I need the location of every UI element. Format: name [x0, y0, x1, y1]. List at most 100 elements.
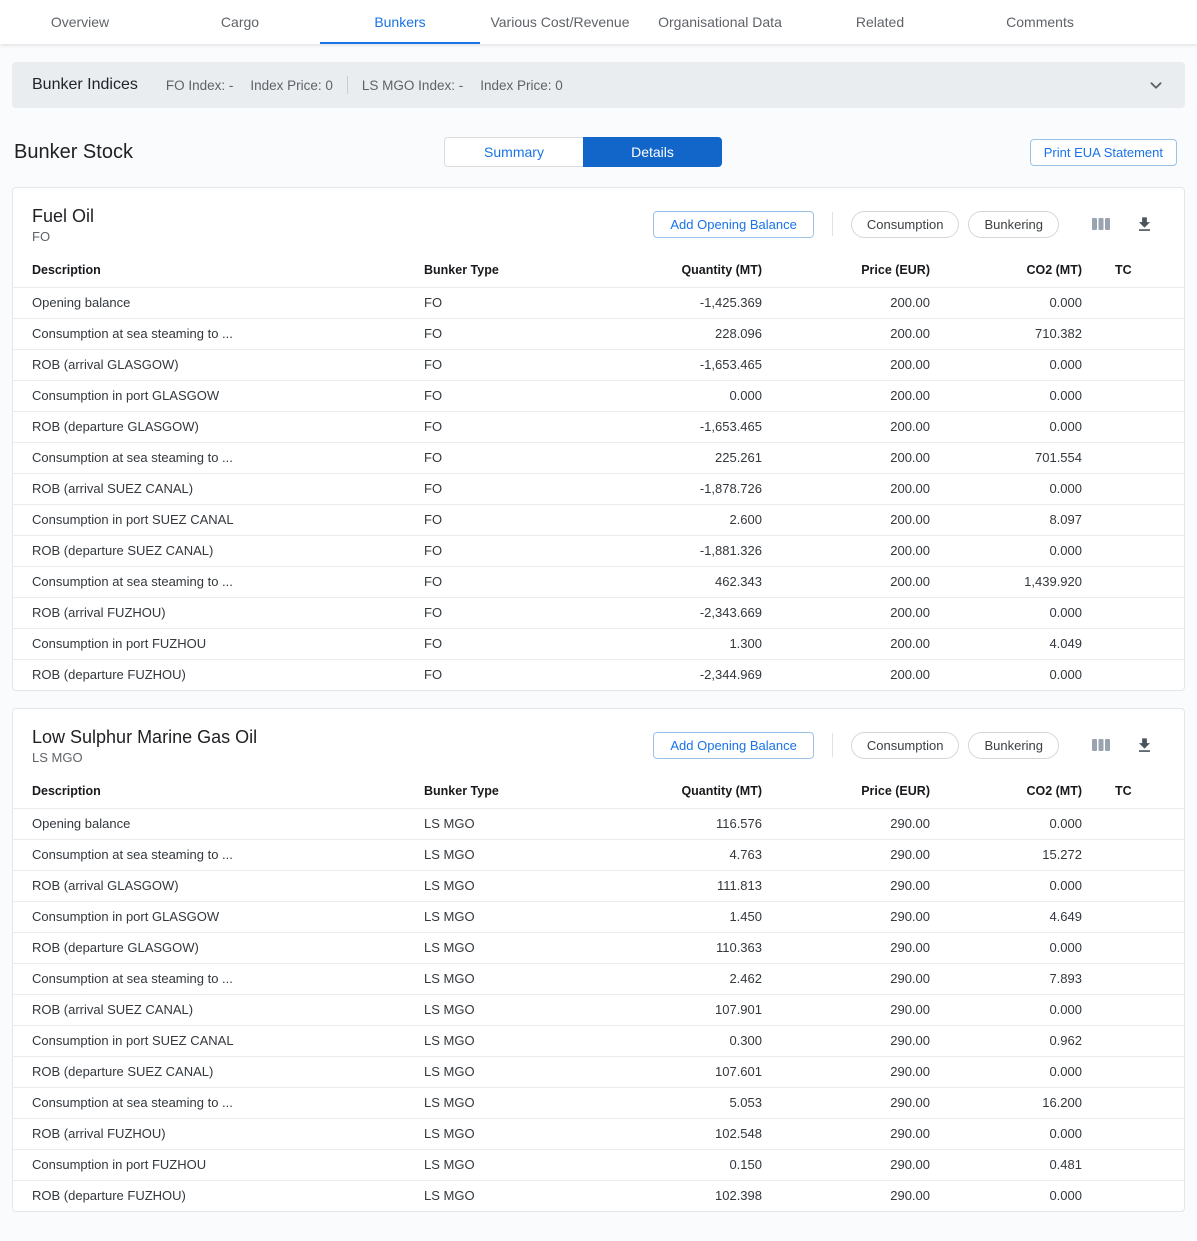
header-description: Description — [13, 775, 424, 808]
cell-tc — [1082, 1118, 1184, 1149]
cell-bunker-type: LS MGO — [424, 1180, 614, 1211]
cell-bunker-type: LS MGO — [424, 1025, 614, 1056]
cell-description: Consumption in port FUZHOU — [13, 628, 424, 659]
card-title: Fuel Oil — [32, 205, 94, 227]
cell-price: 290.00 — [762, 901, 930, 932]
cell-price: 200.00 — [762, 442, 930, 473]
tab-organisational-data[interactable]: Organisational Data — [640, 0, 800, 44]
table-row: Consumption in port FUZHOULS MGO0.150290… — [13, 1149, 1184, 1180]
tab-overview[interactable]: Overview — [0, 0, 160, 44]
cell-tc — [1082, 628, 1184, 659]
tab-bunkers[interactable]: Bunkers — [320, 0, 480, 44]
cell-tc — [1082, 659, 1184, 690]
cell-price: 200.00 — [762, 318, 930, 349]
cell-co2: 0.000 — [930, 870, 1082, 901]
cell-quantity: -2,343.669 — [614, 597, 762, 628]
cell-description: Consumption at sea steaming to ... — [13, 1087, 424, 1118]
download-icon[interactable] — [1135, 215, 1154, 234]
cell-price: 200.00 — [762, 380, 930, 411]
cell-description: ROB (departure GLASGOW) — [13, 411, 424, 442]
cell-quantity: 2.600 — [614, 504, 762, 535]
cell-description: Consumption at sea steaming to ... — [13, 839, 424, 870]
cell-price: 290.00 — [762, 1118, 930, 1149]
fuel-oil-table: Description Bunker Type Quantity (MT) Pr… — [13, 254, 1184, 690]
download-icon[interactable] — [1135, 736, 1154, 755]
cell-quantity: 1.300 — [614, 628, 762, 659]
add-opening-balance-button[interactable]: Add Opening Balance — [653, 732, 813, 759]
cell-description: ROB (departure SUEZ CANAL) — [13, 535, 424, 566]
view-columns-icon[interactable] — [1091, 736, 1111, 754]
cell-bunker-type: LS MGO — [424, 994, 614, 1025]
table-row: ROB (departure FUZHOU)LS MGO102.398290.0… — [13, 1180, 1184, 1211]
cell-co2: 1,439.920 — [930, 566, 1082, 597]
cell-co2: 16.200 — [930, 1087, 1082, 1118]
summary-details-toggle: Summary Details — [444, 137, 722, 167]
cell-tc — [1082, 504, 1184, 535]
add-opening-balance-button[interactable]: Add Opening Balance — [653, 211, 813, 238]
cell-co2: 710.382 — [930, 318, 1082, 349]
cell-description: ROB (arrival SUEZ CANAL) — [13, 473, 424, 504]
header-price: Price (EUR) — [762, 775, 930, 808]
cell-tc — [1082, 566, 1184, 597]
tab-related[interactable]: Related — [800, 0, 960, 44]
cell-quantity: 0.000 — [614, 380, 762, 411]
cell-tc — [1082, 994, 1184, 1025]
cell-price: 200.00 — [762, 349, 930, 380]
header-tc: TC — [1082, 254, 1184, 287]
table-row: ROB (arrival SUEZ CANAL)FO-1,878.726200.… — [13, 473, 1184, 504]
cell-bunker-type: FO — [424, 535, 614, 566]
cell-quantity: 102.398 — [614, 1180, 762, 1211]
cell-price: 200.00 — [762, 628, 930, 659]
cell-price: 290.00 — [762, 1180, 930, 1211]
cell-bunker-type: LS MGO — [424, 870, 614, 901]
view-columns-icon[interactable] — [1091, 215, 1111, 233]
card-header: Low Sulphur Marine Gas Oil LS MGO Add Op… — [13, 709, 1184, 775]
table-header-row: Description Bunker Type Quantity (MT) Pr… — [13, 775, 1184, 808]
cell-bunker-type: LS MGO — [424, 839, 614, 870]
cell-quantity: 110.363 — [614, 932, 762, 963]
cell-tc — [1082, 597, 1184, 628]
details-toggle-button[interactable]: Details — [583, 137, 722, 167]
cell-price: 290.00 — [762, 1087, 930, 1118]
cell-co2: 0.000 — [930, 287, 1082, 318]
cell-price: 200.00 — [762, 287, 930, 318]
cell-co2: 8.097 — [930, 504, 1082, 535]
cell-quantity: 107.901 — [614, 994, 762, 1025]
cell-tc — [1082, 932, 1184, 963]
cell-price: 290.00 — [762, 808, 930, 839]
consumption-button[interactable]: Consumption — [851, 732, 960, 759]
tab-cargo[interactable]: Cargo — [160, 0, 320, 44]
header-quantity: Quantity (MT) — [614, 254, 762, 287]
chevron-down-icon[interactable] — [1141, 70, 1171, 100]
table-row: Opening balanceLS MGO116.576290.000.000 — [13, 808, 1184, 839]
cell-bunker-type: FO — [424, 442, 614, 473]
print-eua-statement-button[interactable]: Print EUA Statement — [1030, 139, 1177, 166]
header-co2: CO2 (MT) — [930, 254, 1082, 287]
cell-price: 200.00 — [762, 535, 930, 566]
cell-quantity: 0.300 — [614, 1025, 762, 1056]
consumption-button[interactable]: Consumption — [851, 211, 960, 238]
cell-tc — [1082, 318, 1184, 349]
header-co2: CO2 (MT) — [930, 775, 1082, 808]
table-row: ROB (arrival SUEZ CANAL)LS MGO107.901290… — [13, 994, 1184, 1025]
cell-quantity: 0.150 — [614, 1149, 762, 1180]
cell-price: 290.00 — [762, 1056, 930, 1087]
table-row: Consumption in port FUZHOUFO1.300200.004… — [13, 628, 1184, 659]
table-row: Consumption in port GLASGOWLS MGO1.45029… — [13, 901, 1184, 932]
card-title: Low Sulphur Marine Gas Oil — [32, 726, 257, 748]
cell-bunker-type: LS MGO — [424, 808, 614, 839]
cell-co2: 0.000 — [930, 411, 1082, 442]
table-row: Consumption in port SUEZ CANALFO2.600200… — [13, 504, 1184, 535]
cell-description: Consumption in port SUEZ CANAL — [13, 504, 424, 535]
bunkering-button[interactable]: Bunkering — [968, 211, 1059, 238]
tab-various-cost-revenue[interactable]: Various Cost/Revenue — [480, 0, 640, 44]
summary-toggle-button[interactable]: Summary — [444, 137, 583, 167]
divider — [832, 733, 833, 757]
cell-bunker-type: FO — [424, 349, 614, 380]
cell-co2: 7.893 — [930, 963, 1082, 994]
bunkering-button[interactable]: Bunkering — [968, 732, 1059, 759]
table-row: Consumption at sea steaming to ...FO228.… — [13, 318, 1184, 349]
cell-description: ROB (arrival SUEZ CANAL) — [13, 994, 424, 1025]
ls-mgo-table: Description Bunker Type Quantity (MT) Pr… — [13, 775, 1184, 1211]
tab-comments[interactable]: Comments — [960, 0, 1120, 44]
